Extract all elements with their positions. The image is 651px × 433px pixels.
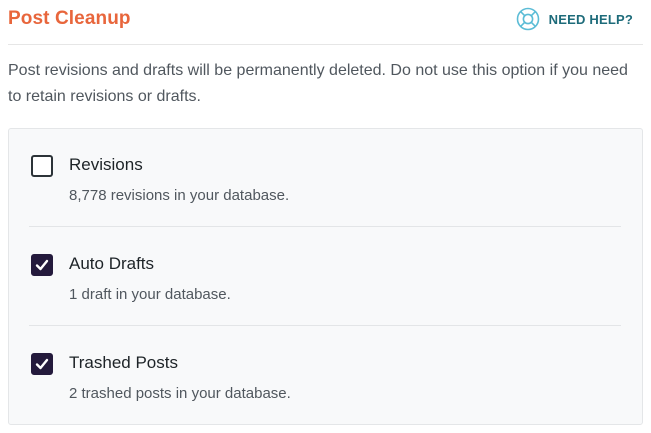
checkmark-icon: [35, 358, 49, 370]
checkmark-icon: [35, 259, 49, 271]
section-title: Post Cleanup: [8, 8, 131, 29]
need-help-label: NEED HELP?: [548, 11, 633, 27]
option-auto-drafts: Auto Drafts 1 draft in your database.: [29, 228, 621, 326]
trashed-posts-label[interactable]: Trashed Posts: [69, 353, 178, 373]
revisions-checkbox[interactable]: [31, 155, 53, 177]
option-trashed-posts: Trashed Posts 2 trashed posts in your da…: [29, 327, 621, 425]
trashed-posts-checkbox[interactable]: [31, 353, 53, 375]
revisions-label[interactable]: Revisions: [69, 155, 143, 175]
option-revisions: Revisions 8,778 revisions in your databa…: [29, 129, 621, 227]
revisions-description: 8,778 revisions in your database.: [69, 187, 290, 204]
need-help-link[interactable]: NEED HELP?: [516, 7, 633, 31]
auto-drafts-description: 1 draft in your database.: [69, 286, 231, 303]
section-header: Post Cleanup NEED HELP?: [8, 0, 643, 45]
section-description: Post revisions and drafts will be perman…: [8, 62, 628, 105]
cleanup-options-panel: Revisions 8,778 revisions in your databa…: [8, 128, 643, 425]
auto-drafts-checkbox[interactable]: [31, 254, 53, 276]
lifebuoy-icon: [516, 7, 540, 31]
auto-drafts-label[interactable]: Auto Drafts: [69, 254, 154, 274]
trashed-posts-description: 2 trashed posts in your database.: [69, 385, 291, 402]
